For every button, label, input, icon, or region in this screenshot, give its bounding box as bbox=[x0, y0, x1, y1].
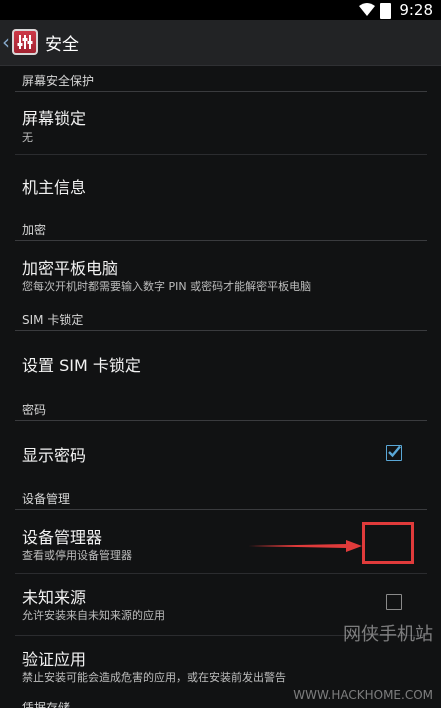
screen-lock-item[interactable]: 屏幕锁定 无 bbox=[0, 94, 441, 154]
section-header-device-admin: 设备管理 bbox=[0, 490, 441, 510]
unknown-sources-checkbox[interactable] bbox=[386, 594, 402, 610]
action-bar: ‹ 安全 bbox=[0, 20, 441, 66]
item-summary: 允许安装来自未知来源的应用 bbox=[22, 609, 165, 622]
item-title: 屏幕锁定 bbox=[22, 109, 87, 128]
item-title: 未知来源 bbox=[22, 588, 87, 607]
equalizer-icon bbox=[17, 35, 33, 49]
section-label: 凭据存储 bbox=[22, 701, 71, 708]
item-title: 设置 SIM 卡锁定 bbox=[22, 356, 141, 375]
watermark-url: WWW.HACKHOME.COM bbox=[293, 688, 433, 702]
section-header-password: 密码 bbox=[0, 401, 441, 421]
section-header-encryption: 加密 bbox=[0, 221, 441, 241]
section-label: SIM 卡锁定 bbox=[22, 313, 84, 327]
item-title: 验证应用 bbox=[22, 650, 87, 669]
status-bar: 9:28 bbox=[0, 0, 441, 20]
item-title: 加密平板电脑 bbox=[22, 259, 119, 278]
settings-list: 屏幕安全保护 屏幕锁定 无 机主信息 加密 加密平板电脑 您每次开机时都需要输入… bbox=[0, 66, 441, 708]
item-summary: 禁止安装可能会造成危害的应用，或在安装前发出警告 bbox=[22, 671, 286, 684]
wifi-icon bbox=[359, 3, 375, 16]
annotation-highlight-box bbox=[362, 522, 414, 564]
section-divider bbox=[15, 330, 427, 331]
show-password-checkbox[interactable] bbox=[386, 445, 402, 461]
section-label: 屏幕安全保护 bbox=[22, 74, 95, 88]
page-title: 安全 bbox=[45, 35, 79, 55]
section-divider bbox=[15, 509, 427, 510]
section-divider bbox=[15, 420, 427, 421]
encrypt-tablet-item[interactable]: 加密平板电脑 您每次开机时都需要输入数字 PIN 或密码才能解密平板电脑 bbox=[0, 243, 441, 299]
section-label: 设备管理 bbox=[22, 492, 71, 506]
item-summary: 查看或停用设备管理器 bbox=[22, 549, 132, 562]
checkmark-icon bbox=[388, 445, 401, 458]
section-label: 密码 bbox=[22, 403, 47, 417]
section-header-screen-security: 屏幕安全保护 bbox=[0, 72, 441, 92]
show-password-item[interactable]: 显示密码 bbox=[0, 423, 441, 483]
item-summary: 您每次开机时都需要输入数字 PIN 或密码才能解密平板电脑 bbox=[22, 280, 312, 293]
annotation-arrow bbox=[248, 540, 362, 552]
back-icon[interactable]: ‹ bbox=[2, 30, 10, 54]
item-title: 设备管理器 bbox=[22, 528, 103, 547]
section-divider bbox=[15, 91, 427, 92]
item-title: 机主信息 bbox=[22, 178, 87, 197]
settings-app-icon[interactable] bbox=[12, 29, 38, 55]
item-summary: 无 bbox=[22, 131, 33, 144]
section-divider bbox=[15, 240, 427, 241]
item-title: 显示密码 bbox=[22, 446, 87, 465]
battery-icon bbox=[380, 3, 391, 19]
watermark-brand: 网侠手机站 bbox=[343, 624, 433, 645]
section-header-sim-lock: SIM 卡锁定 bbox=[0, 311, 441, 331]
owner-info-item[interactable]: 机主信息 bbox=[0, 155, 441, 215]
section-label: 加密 bbox=[22, 223, 47, 237]
status-time: 9:28 bbox=[399, 1, 433, 19]
sim-lock-item[interactable]: 设置 SIM 卡锁定 bbox=[0, 333, 441, 393]
